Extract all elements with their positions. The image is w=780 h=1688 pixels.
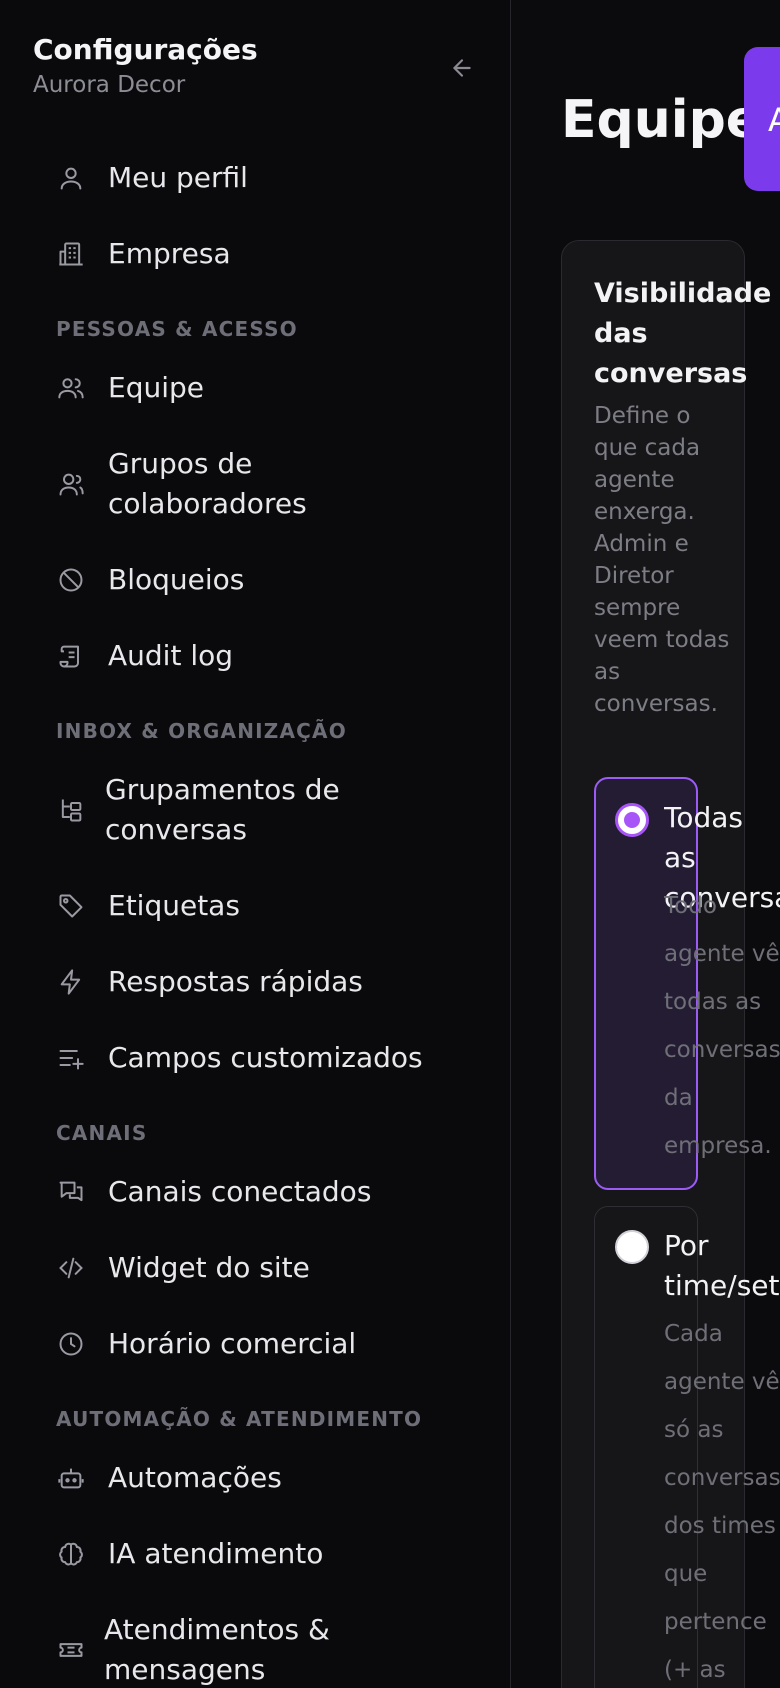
sidebar-item-audit-log[interactable]: Audit log [0, 636, 510, 676]
sidebar-item-label: Grupamentos de conversas [105, 773, 340, 846]
sidebar-item-grupamentos[interactable]: Grupamentos de conversas [0, 770, 510, 850]
add-member-button[interactable]: A [744, 47, 780, 191]
code-icon [56, 1253, 86, 1283]
sidebar-item-label: Automações [108, 1461, 282, 1494]
collapse-sidebar-button[interactable] [444, 50, 480, 86]
clock-icon [56, 1329, 86, 1359]
sidebar-item-equipe[interactable]: Equipe [0, 368, 510, 408]
sidebar-item-automacoes[interactable]: Automações [0, 1458, 510, 1498]
sidebar-item-label: Empresa [108, 237, 231, 270]
sidebar-item-label: Campos customizados [108, 1041, 423, 1074]
sidebar-item-widget-do-site[interactable]: Widget do site [0, 1248, 510, 1288]
sidebar-item-grupos[interactable]: Grupos de colaboradores [0, 444, 510, 524]
bolt-icon [56, 967, 86, 997]
sidebar-title: Configurações [33, 33, 258, 66]
card-description: Define o que cada agente enxerga. Admin … [594, 403, 730, 717]
sidebar-item-label: Etiquetas [108, 889, 240, 922]
sidebar-item-label: Grupos de colaboradores [108, 447, 307, 520]
sidebar-item-label: Meu perfil [108, 161, 248, 194]
sidebar-item-bloqueios[interactable]: Bloqueios [0, 560, 510, 600]
section-heading-automation: AUTOMAÇÃO & ATENDIMENTO [56, 1407, 423, 1431]
sidebar-item-meu-perfil[interactable]: Meu perfil [0, 158, 510, 198]
sidebar-item-atendimentos-mensagens[interactable]: Atendimentos & mensagens [0, 1610, 510, 1688]
sidebar-item-label: Respostas rápidas [108, 965, 363, 998]
sidebar-item-label: Audit log [108, 639, 234, 672]
sidebar-item-label: Atendimentos & mensagens [104, 1613, 330, 1686]
section-heading-people: PESSOAS & ACESSO [56, 317, 298, 341]
ticket-icon [56, 1635, 86, 1665]
company-name: Aurora Decor [33, 72, 186, 98]
sidebar-item-etiquetas[interactable]: Etiquetas [0, 886, 510, 926]
bot-icon [56, 1463, 86, 1493]
page-title: Equipe [561, 90, 762, 150]
user-group-icon [56, 469, 86, 499]
sidebar-item-label: Bloqueios [108, 563, 245, 596]
ban-icon [56, 565, 86, 595]
sidebar-item-campos-customizados[interactable]: Campos customizados [0, 1038, 510, 1078]
sidebar-item-respostas-rapidas[interactable]: Respostas rápidas [0, 962, 510, 1002]
sidebar-item-label: Horário comercial [108, 1327, 357, 1360]
radio-unselected[interactable] [615, 1230, 649, 1264]
users-icon [56, 373, 86, 403]
tag-icon [56, 891, 86, 921]
arrow-left-icon [453, 59, 471, 77]
card-title: Visibilidade das conversas [594, 278, 772, 389]
sidebar-item-label: IA atendimento [108, 1537, 324, 1570]
sidebar-item-label: Widget do site [108, 1251, 310, 1284]
scroll-icon [56, 641, 86, 671]
radio-selected[interactable] [615, 803, 649, 837]
option-title: Por time/setor [664, 1229, 780, 1302]
user-icon [56, 163, 86, 193]
list-plus-icon [56, 1043, 86, 1073]
tree-icon [56, 795, 86, 825]
chat-icon [56, 1177, 86, 1207]
sidebar-item-canais-conectados[interactable]: Canais conectados [0, 1172, 510, 1212]
sidebar-header: Configurações Aurora Decor [33, 32, 473, 100]
option-description: Cada agente vê só as conversas dos times… [664, 1321, 780, 1683]
building-icon [56, 239, 86, 269]
sidebar-item-ia-atendimento[interactable]: IA atendimento [0, 1534, 510, 1574]
option-description: Todo agente vê todas as conversas da emp… [664, 893, 780, 1159]
brain-icon [56, 1539, 86, 1569]
section-heading-channels: CANAIS [56, 1121, 148, 1145]
sidebar-item-empresa[interactable]: Empresa [0, 234, 510, 274]
settings-sidebar: Configurações Aurora Decor Meu perfil Em… [0, 0, 511, 1688]
sidebar-item-horario-comercial[interactable]: Horário comercial [0, 1324, 510, 1364]
sidebar-item-label: Canais conectados [108, 1175, 372, 1208]
sidebar-item-label: Equipe [108, 371, 204, 404]
section-heading-inbox: INBOX & ORGANIZAÇÃO [56, 719, 347, 743]
